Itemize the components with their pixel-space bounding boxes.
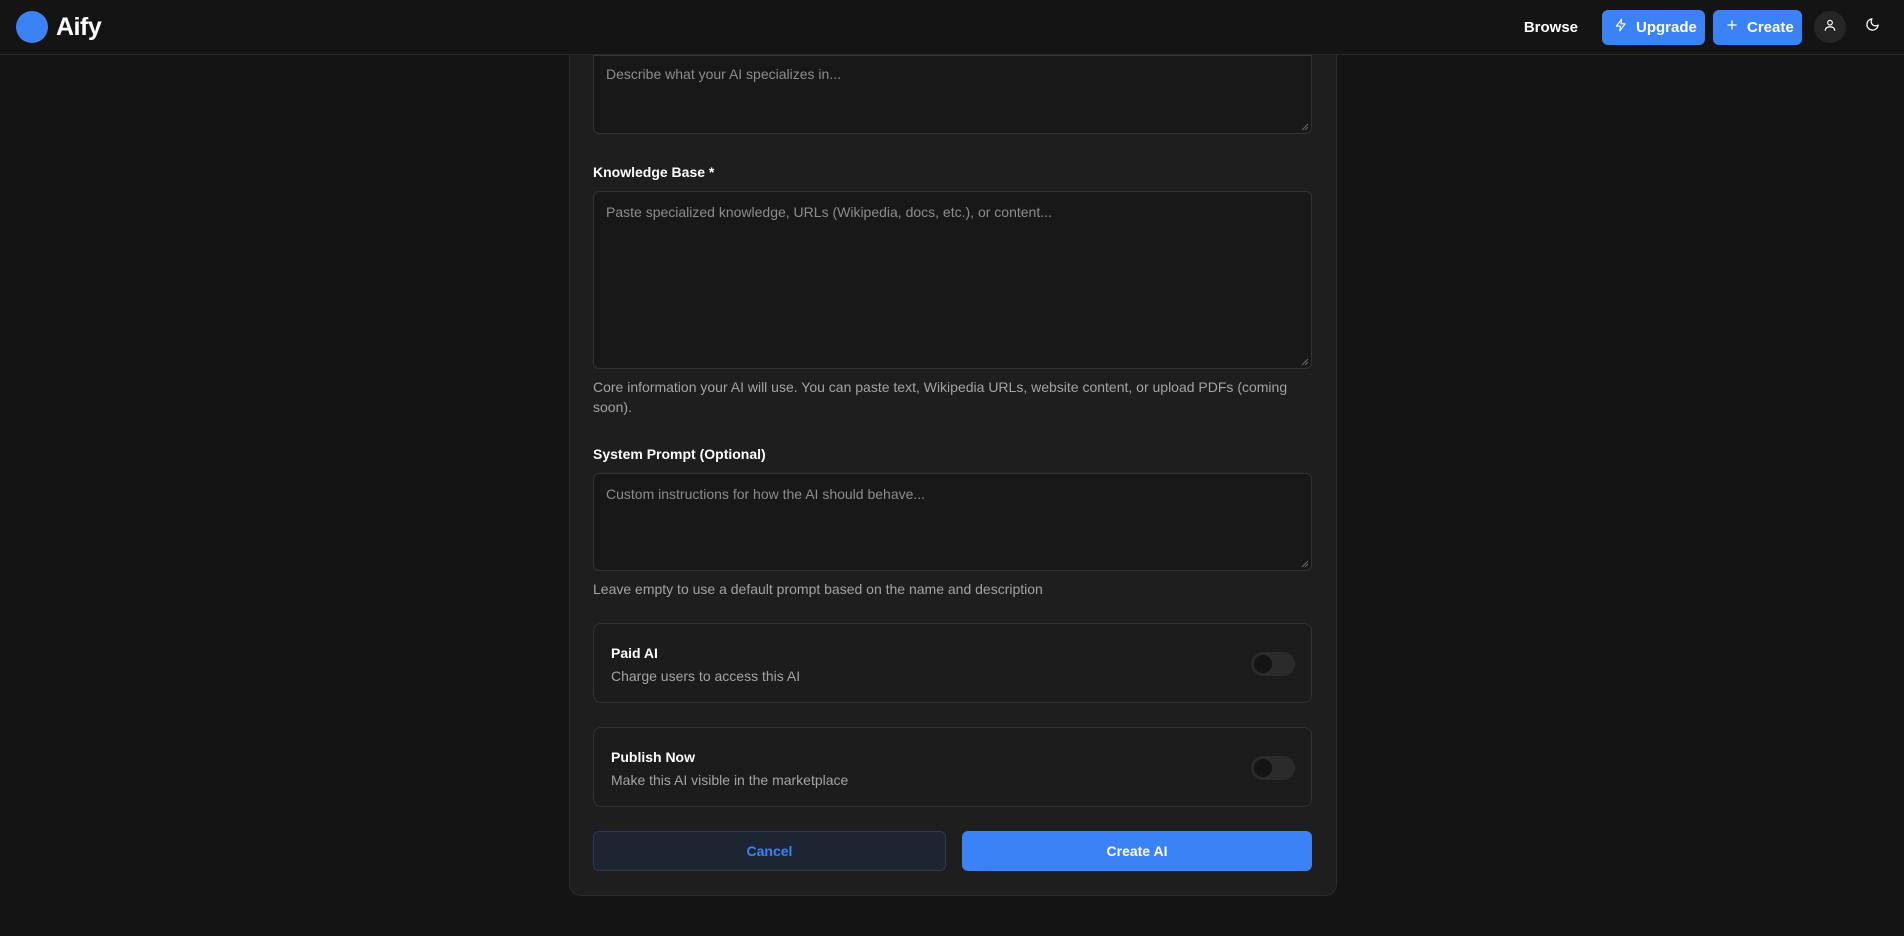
brand[interactable]: Aify xyxy=(16,11,102,43)
knowledge-base-textarea[interactable]: Paste specialized knowledge, URLs (Wikip… xyxy=(593,191,1312,369)
specialty-textarea[interactable]: Describe what your AI specializes in... xyxy=(593,55,1312,134)
browse-link[interactable]: Browse xyxy=(1512,11,1590,44)
create-ai-button[interactable]: Create AI xyxy=(962,831,1312,871)
upgrade-button[interactable]: Upgrade xyxy=(1602,9,1705,45)
cancel-button[interactable]: Cancel xyxy=(593,831,946,871)
resize-grip-icon xyxy=(1301,560,1309,568)
moon-icon xyxy=(1865,17,1880,37)
publish-now-toggle[interactable] xyxy=(1251,756,1295,780)
paid-ai-description: Charge users to access this AI xyxy=(611,668,801,684)
plus-icon xyxy=(1725,18,1739,36)
create-button[interactable]: Create xyxy=(1713,9,1802,45)
lightning-icon xyxy=(1614,18,1628,36)
paid-ai-title: Paid AI xyxy=(611,645,658,661)
toggle-knob xyxy=(1254,655,1272,673)
paid-ai-toggle[interactable] xyxy=(1251,652,1295,676)
nav-actions: Browse Upgrade Create xyxy=(1512,9,1888,45)
system-prompt-label: System Prompt (Optional) xyxy=(593,446,766,462)
knowledge-base-help: Core information your AI will use. You c… xyxy=(593,379,1288,415)
resize-grip-icon xyxy=(1301,358,1309,366)
publish-now-title: Publish Now xyxy=(611,749,695,765)
system-prompt-help: Leave empty to use a default prompt base… xyxy=(593,581,1043,597)
system-prompt-textarea[interactable]: Custom instructions for how the AI shoul… xyxy=(593,473,1312,571)
publish-now-description: Make this AI visible in the marketplace xyxy=(611,772,849,788)
profile-button[interactable] xyxy=(1814,11,1846,43)
top-navbar: Aify Browse Upgrade Create xyxy=(0,0,1904,55)
logo-icon xyxy=(16,11,48,43)
paid-ai-setting: Paid AI Charge users to access this AI xyxy=(593,623,1312,703)
publish-now-setting: Publish Now Make this AI visible in the … xyxy=(593,727,1312,807)
theme-toggle-button[interactable] xyxy=(1856,11,1888,43)
upgrade-label: Upgrade xyxy=(1636,18,1697,36)
toggle-knob xyxy=(1254,759,1272,777)
knowledge-base-label: Knowledge Base * xyxy=(593,164,715,180)
knowledge-base-placeholder: Paste specialized knowledge, URLs (Wikip… xyxy=(606,204,1052,220)
system-prompt-placeholder: Custom instructions for how the AI shoul… xyxy=(606,486,926,502)
create-label: Create xyxy=(1747,18,1794,36)
specialty-placeholder: Describe what your AI specializes in... xyxy=(606,66,841,82)
user-icon xyxy=(1823,18,1837,37)
app-name: Aify xyxy=(56,12,102,41)
resize-grip-icon xyxy=(1301,123,1309,131)
